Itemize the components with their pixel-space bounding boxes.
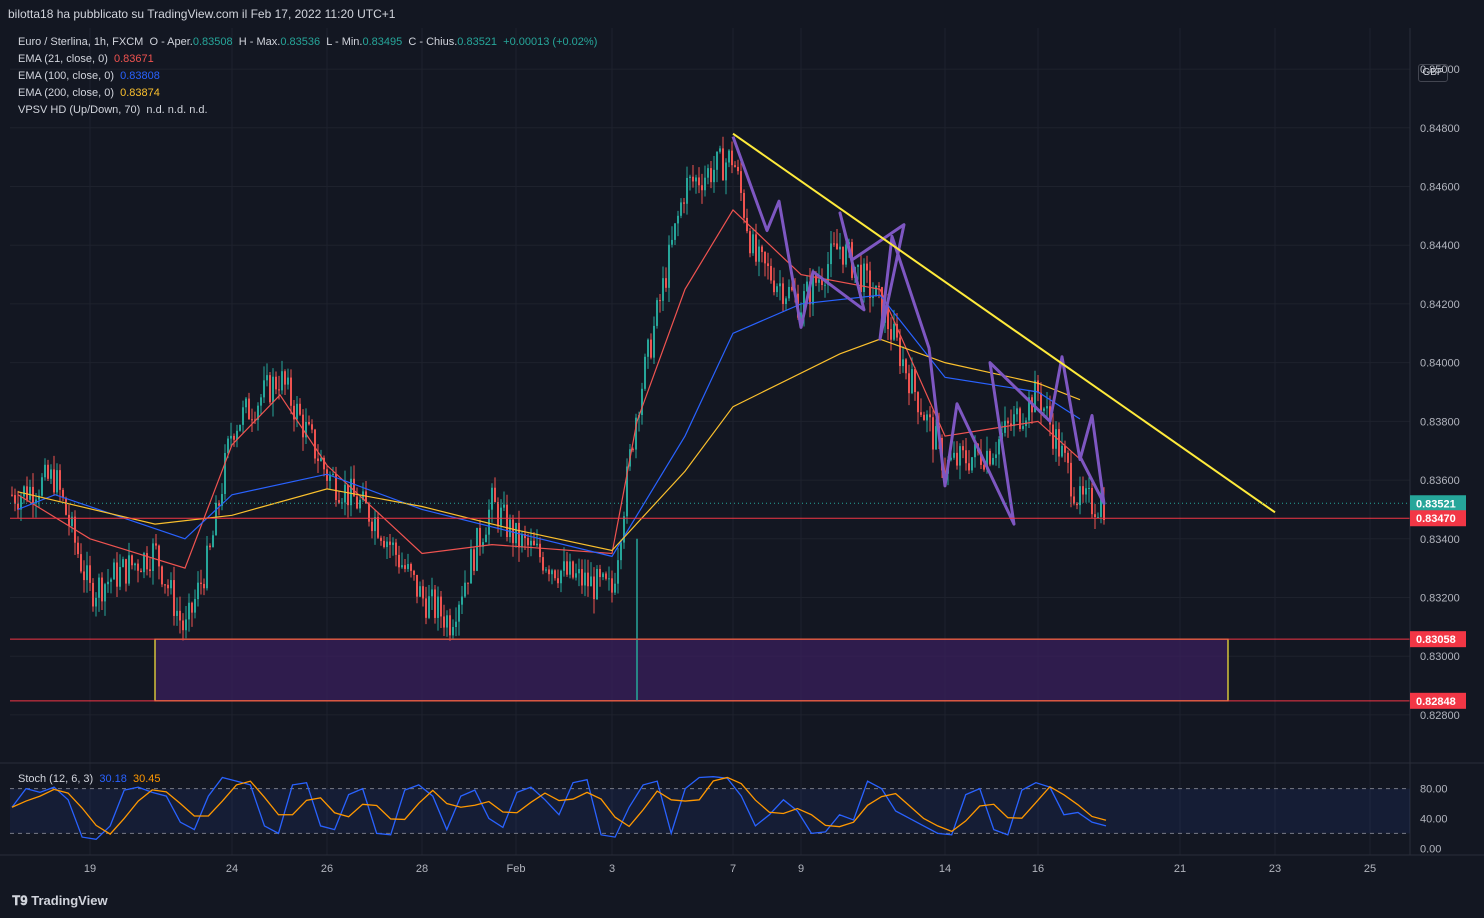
price-label: 0.82848: [1416, 696, 1456, 708]
ema100-legend[interactable]: EMA (100, close, 0) 0.83808: [18, 70, 160, 82]
price-label: 0.83521: [1416, 498, 1456, 510]
publish-text: bilotta18 ha pubblicato su TradingView.c…: [8, 7, 396, 21]
time-tick: 16: [1032, 863, 1044, 875]
ema200-legend[interactable]: EMA (200, close, 0) 0.83874: [18, 87, 160, 99]
symbol-name: Euro / Sterlina, 1h, FXCM: [18, 36, 144, 48]
price-tick: 0.84200: [1420, 299, 1460, 311]
open-value: 0.83508: [192, 36, 233, 48]
price-tick: 0.83400: [1420, 534, 1460, 546]
close-value: 0.83521: [457, 36, 498, 48]
brand-text: TradingView: [31, 893, 108, 908]
time-tick: Feb: [507, 863, 526, 875]
ema21-value: 0.83671: [114, 53, 154, 65]
chart-frame[interactable]: 0.85000 0.84800 0.84600 0.84400 0.84200 0.840…: [0, 28, 1484, 883]
price-tick: 0.83600: [1420, 475, 1460, 487]
time-tick: 26: [321, 863, 333, 875]
vpsv-label: VPSV HD (Up/Down, 70): [18, 104, 141, 116]
ema200-value: 0.83874: [120, 87, 160, 99]
stoch-band: [10, 788, 1410, 834]
price-tick: 0.83800: [1420, 416, 1460, 428]
publish-bar: bilotta18 ha pubblicato su TradingView.c…: [0, 0, 1484, 28]
price-tick: 0.84600: [1420, 182, 1460, 194]
stoch-label: Stoch (12, 6, 3): [18, 773, 94, 785]
price-chart[interactable]: 0.850000.848000.846000.844000.842000.840…: [0, 28, 1484, 883]
price-tick: 0.82800: [1420, 710, 1460, 722]
price-tick: 0.84000: [1420, 358, 1460, 370]
price-label: 0.83470: [1416, 513, 1456, 525]
low-prefix: L - Min.: [326, 36, 363, 48]
price-tick: 0.84400: [1420, 240, 1460, 252]
stoch-tick: 0.00: [1420, 843, 1441, 855]
vpsv-value: n.d. n.d. n.d.: [146, 104, 208, 116]
high-value: 0.83536: [280, 36, 321, 48]
stoch-legend[interactable]: Stoch (12, 6, 3) 30.18 30.45: [18, 773, 161, 785]
time-tick: 28: [416, 863, 428, 875]
tradingview-logo[interactable]: 𝐓𝟗 TradingView: [12, 893, 108, 909]
time-tick: 14: [939, 863, 951, 875]
ema100-label: EMA (100, close, 0): [18, 70, 114, 82]
stoch-tick: 80.00: [1420, 784, 1448, 796]
time-tick: 23: [1269, 863, 1281, 875]
ema200-label: EMA (200, close, 0): [18, 87, 114, 99]
demand-zone: [154, 638, 1229, 702]
ema100-value: 0.83808: [120, 70, 160, 82]
price-tick: 0.84800: [1420, 123, 1460, 135]
time-tick: 3: [609, 863, 615, 875]
time-tick: 24: [226, 863, 238, 875]
price-label: 0.83058: [1416, 634, 1456, 646]
stoch-k-value: 30.18: [99, 773, 127, 785]
close-prefix: C - Chius.: [408, 36, 458, 48]
stoch-d-value: 30.45: [133, 773, 161, 785]
time-tick: 9: [798, 863, 804, 875]
low-value: 0.83495: [362, 36, 403, 48]
time-tick: 7: [730, 863, 736, 875]
footer-bar: 𝐓𝟗 TradingView: [0, 883, 1484, 918]
price-tick: 0.83000: [1420, 651, 1460, 663]
ema21-legend[interactable]: EMA (21, close, 0) 0.83671: [18, 53, 154, 65]
high-prefix: H - Max.: [238, 36, 281, 48]
time-tick: 21: [1174, 863, 1186, 875]
currency-button[interactable]: GBP: [1418, 64, 1448, 82]
time-tick: 25: [1364, 863, 1376, 875]
vpsv-legend[interactable]: VPSV HD (Up/Down, 70) n.d. n.d. n.d.: [18, 104, 208, 116]
price-tick: 0.83200: [1420, 592, 1460, 604]
symbol-legend[interactable]: Euro / Sterlina, 1h, FXCM O - Aper.0.835…: [18, 36, 597, 48]
open-prefix: O - Aper.: [149, 36, 193, 48]
ema21-label: EMA (21, close, 0): [18, 53, 108, 65]
change-value: +0.00013 (+0.02%): [503, 36, 598, 48]
tradingview-logo-icon: 𝐓𝟗: [12, 893, 28, 908]
stoch-tick: 40.00: [1420, 813, 1448, 825]
time-tick: 19: [84, 863, 96, 875]
